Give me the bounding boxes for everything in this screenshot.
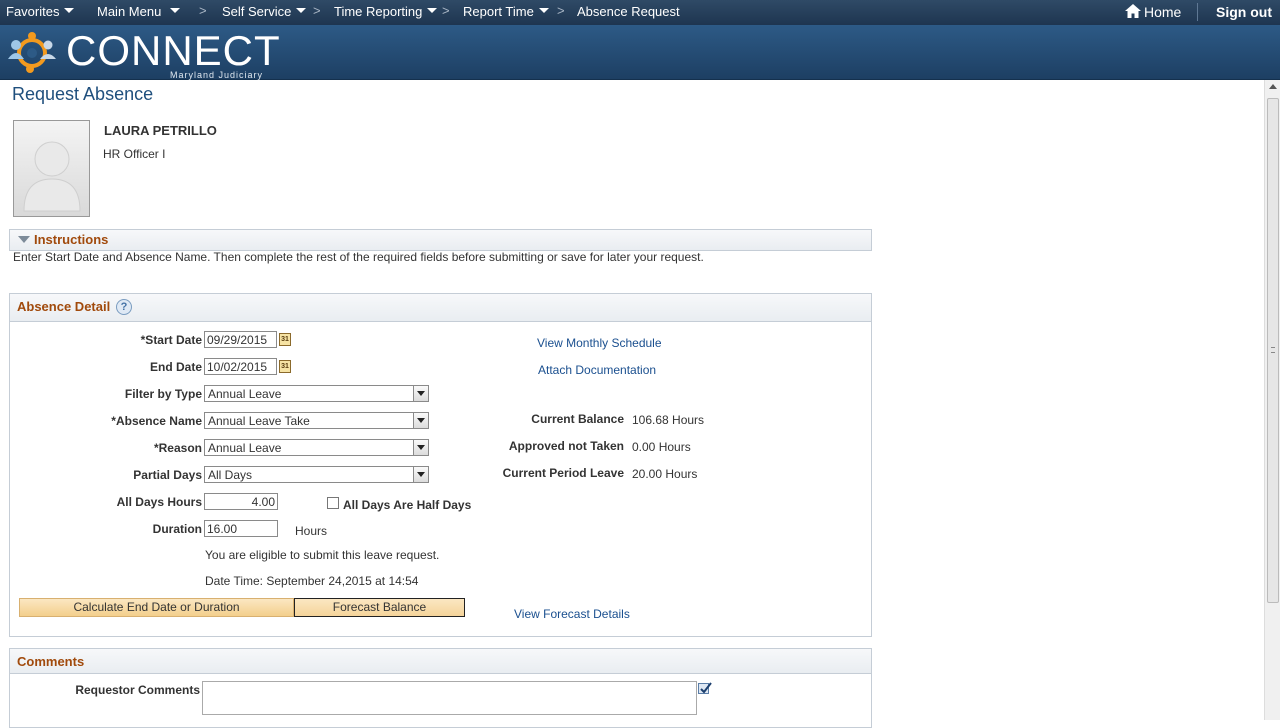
absence-name-select[interactable]: Annual Leave Take (204, 412, 429, 429)
requestor-comments-label: Requestor Comments (75, 683, 200, 697)
help-icon[interactable]: ? (116, 299, 132, 315)
nav-favorites-label: Favorites (6, 4, 60, 19)
approved-not-taken-label: Approved not Taken (508, 439, 624, 453)
end-date-input[interactable] (204, 358, 277, 375)
nav-main-menu-label: Main Menu (97, 4, 162, 19)
nav-self-service-label: Self Service (222, 4, 292, 19)
current-period-leave-value: 20.00 Hours (632, 467, 698, 481)
dropdown-arrow-icon[interactable] (413, 386, 428, 401)
instructions-text: Enter Start Date and Absence Name. Then … (13, 250, 704, 264)
instructions-title: Instructions (34, 232, 109, 247)
current-balance-value: 106.68 Hours (632, 413, 705, 427)
chevron-down-icon (427, 8, 438, 13)
reason-value: Annual Leave (208, 441, 282, 455)
calendar-icon[interactable]: 31 (279, 333, 291, 346)
breadcrumb-separator: > (442, 3, 450, 18)
start-date-input[interactable] (204, 331, 277, 348)
partial-days-select[interactable]: All Days (204, 466, 429, 483)
header-banner: CONNECT Maryland Judiciary (0, 25, 1280, 80)
chevron-down-icon (170, 8, 181, 13)
nav-absence-request[interactable]: Absence Request (577, 4, 680, 19)
nav-time-reporting[interactable]: Time Reporting (334, 4, 438, 19)
duration-unit: Hours (295, 524, 328, 538)
home-label: Home (1144, 4, 1182, 20)
collapse-triangle-icon[interactable] (18, 236, 30, 243)
nav-favorites[interactable]: Favorites (6, 4, 75, 19)
calculate-button[interactable]: Calculate End Date or Duration (19, 598, 294, 617)
dropdown-arrow-icon[interactable] (413, 440, 428, 455)
home-link[interactable]: Home (1125, 4, 1181, 20)
date-time-text: Date Time: September 24,2015 at 14:54 (205, 574, 419, 588)
breadcrumb-separator: > (313, 3, 321, 18)
current-balance-label: Current Balance (531, 412, 624, 426)
instructions-header[interactable]: Instructions (9, 229, 872, 251)
logo-text: CONNECT (66, 27, 281, 74)
requestor-comments-textarea[interactable] (202, 681, 697, 715)
absence-detail-header: Absence Detail ? (9, 293, 872, 322)
attach-documentation-link[interactable]: Attach Documentation (538, 363, 656, 377)
chevron-down-icon (538, 8, 549, 13)
absence-detail-panel (9, 293, 872, 637)
filter-type-label: Filter by Type (124, 387, 202, 401)
nav-divider (1197, 3, 1198, 21)
absence-name-label: *Absence Name (111, 414, 202, 428)
view-forecast-details-link[interactable]: View Forecast Details (514, 607, 630, 621)
approved-not-taken-value: 0.00 Hours (632, 440, 691, 454)
vertical-scrollbar[interactable] (1264, 80, 1280, 720)
current-period-leave-label: Current Period Leave (502, 466, 624, 480)
half-days-checkbox[interactable] (327, 497, 339, 509)
nav-main-menu[interactable]: Main Menu (97, 4, 181, 19)
spell-check-icon[interactable] (698, 681, 712, 695)
dropdown-arrow-icon[interactable] (413, 413, 428, 428)
chevron-down-icon (296, 8, 307, 13)
all-days-hours-label: All Days Hours (116, 495, 202, 509)
dropdown-arrow-icon[interactable] (413, 467, 428, 482)
employee-title: HR Officer I (103, 147, 166, 161)
end-date-label: End Date (149, 360, 202, 374)
scroll-grip-icon (1271, 347, 1275, 353)
view-monthly-schedule-link[interactable]: View Monthly Schedule (537, 336, 662, 350)
avatar (13, 120, 90, 217)
sign-out-link[interactable]: Sign out (1216, 4, 1272, 20)
forecast-balance-button[interactable]: Forecast Balance (294, 598, 465, 617)
page-title: Request Absence (12, 84, 154, 104)
scrollbar-thumb[interactable] (1267, 98, 1279, 603)
person-silhouette-icon (23, 141, 81, 212)
half-days-label: All Days Are Half Days (343, 498, 472, 512)
start-date-label: *Start Date (140, 333, 202, 347)
partial-days-label: Partial Days (133, 468, 202, 482)
home-icon (1125, 4, 1141, 18)
absence-detail-title: Absence Detail (17, 299, 111, 314)
reason-select[interactable]: Annual Leave (204, 439, 429, 456)
nav-time-reporting-label: Time Reporting (334, 4, 423, 19)
scroll-up-arrow-icon[interactable] (1269, 84, 1277, 89)
nav-report-time-label: Report Time (463, 4, 534, 19)
duration-label: Duration (152, 522, 202, 536)
filter-type-select[interactable]: Annual Leave (204, 385, 429, 402)
nav-self-service[interactable]: Self Service (222, 4, 307, 19)
partial-days-value: All Days (208, 468, 253, 482)
breadcrumb-separator: > (557, 3, 565, 18)
calendar-icon[interactable]: 31 (279, 360, 291, 373)
eligibility-message: You are eligible to submit this leave re… (205, 548, 440, 562)
absence-name-value: Annual Leave Take (208, 414, 310, 428)
reason-label: *Reason (153, 441, 202, 455)
duration-input[interactable] (204, 520, 278, 537)
comments-title: Comments (17, 654, 85, 669)
comments-header: Comments (9, 648, 872, 674)
nav-report-time[interactable]: Report Time (463, 4, 549, 19)
top-nav-bar: Favorites Main Menu > Self Service > Tim… (0, 0, 1280, 25)
chevron-down-icon (64, 8, 75, 13)
logo-subtitle: Maryland Judiciary (170, 70, 264, 80)
employee-name: LAURA PETRILLO (104, 123, 217, 138)
all-days-hours-input[interactable] (204, 493, 278, 510)
breadcrumb-separator: > (199, 3, 207, 18)
connect-logo-icon (8, 32, 56, 73)
filter-type-value: Annual Leave (208, 387, 282, 401)
